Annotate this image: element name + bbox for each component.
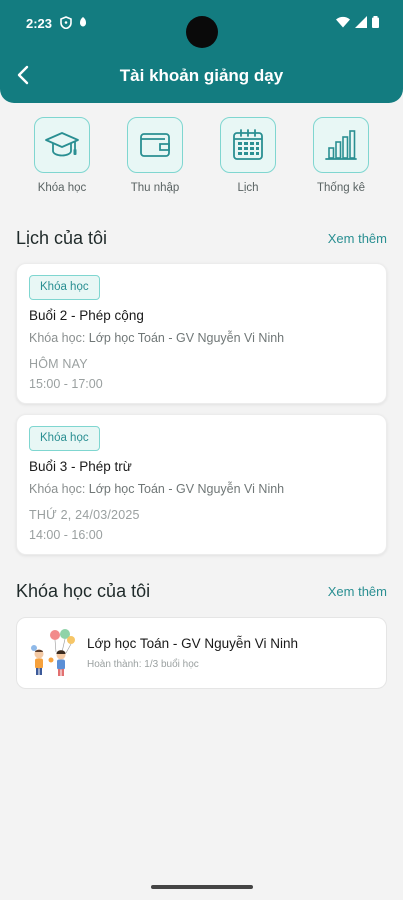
status-time: 2:23 <box>26 16 53 31</box>
course-badge: Khóa học <box>29 275 100 300</box>
camera-cutout <box>186 16 218 48</box>
home-indicator[interactable] <box>151 885 253 889</box>
session-course: Khóa học: Lớp học Toán - GV Nguyễn Vi Ni… <box>29 482 285 496</box>
course-thumbnail-image <box>31 629 75 676</box>
schedule-card[interactable]: Khóa học Buổi 2 - Phép cộng Khóa học: Lớ… <box>16 263 387 404</box>
page-title: Tài khoản giảng dạy <box>119 66 284 85</box>
calendar-icon <box>233 129 263 160</box>
app-header: 2:23 Tài khoản giảng dạy <box>0 0 403 103</box>
graduation-cap-icon <box>45 132 79 157</box>
notification-dot-icon <box>80 17 86 27</box>
quick-action-calendar[interactable]: Lịch <box>202 117 294 194</box>
schedule-section-title: Lịch của tôi <box>16 228 108 248</box>
courses-section-title: Khóa học của tôi <box>16 581 151 601</box>
bar-chart-icon <box>325 130 357 160</box>
session-title: Buổi 3 - Phép trừ <box>29 459 132 474</box>
courses-see-more-link[interactable]: Xem thêm <box>328 584 387 599</box>
shield-icon <box>60 16 72 29</box>
schedule-see-more-link[interactable]: Xem thêm <box>328 231 387 246</box>
quick-action-statistics[interactable]: Thống kê <box>295 117 387 194</box>
session-time: 15:00 - 17:00 <box>29 377 103 391</box>
course-name: Lớp học Toán - GV Nguyễn Vi Ninh <box>87 636 298 651</box>
session-course: Khóa học: Lớp học Toán - GV Nguyễn Vi Ni… <box>29 331 285 345</box>
course-badge: Khóa học <box>29 426 100 451</box>
session-time: 14:00 - 16:00 <box>29 528 103 542</box>
session-title: Buổi 2 - Phép cộng <box>29 308 144 323</box>
status-bar: 2:23 <box>0 0 403 48</box>
wifi-icon <box>336 16 350 28</box>
wallet-icon <box>140 133 170 157</box>
session-date: THỨ 2, 24/03/2025 <box>29 508 140 522</box>
quick-action-courses[interactable]: Khóa học <box>16 117 108 194</box>
course-progress: Hoàn thành: 1/3 buổi học <box>87 659 199 670</box>
signal-icon <box>355 16 367 28</box>
session-date: HÔM NAY <box>29 357 88 371</box>
course-card[interactable]: Lớp học Toán - GV Nguyễn Vi Ninh Hoàn th… <box>16 617 387 689</box>
battery-icon <box>372 16 379 28</box>
schedule-card[interactable]: Khóa học Buổi 3 - Phép trừ Khóa học: Lớp… <box>16 414 387 555</box>
quick-action-income[interactable]: Thu nhập <box>109 117 201 194</box>
